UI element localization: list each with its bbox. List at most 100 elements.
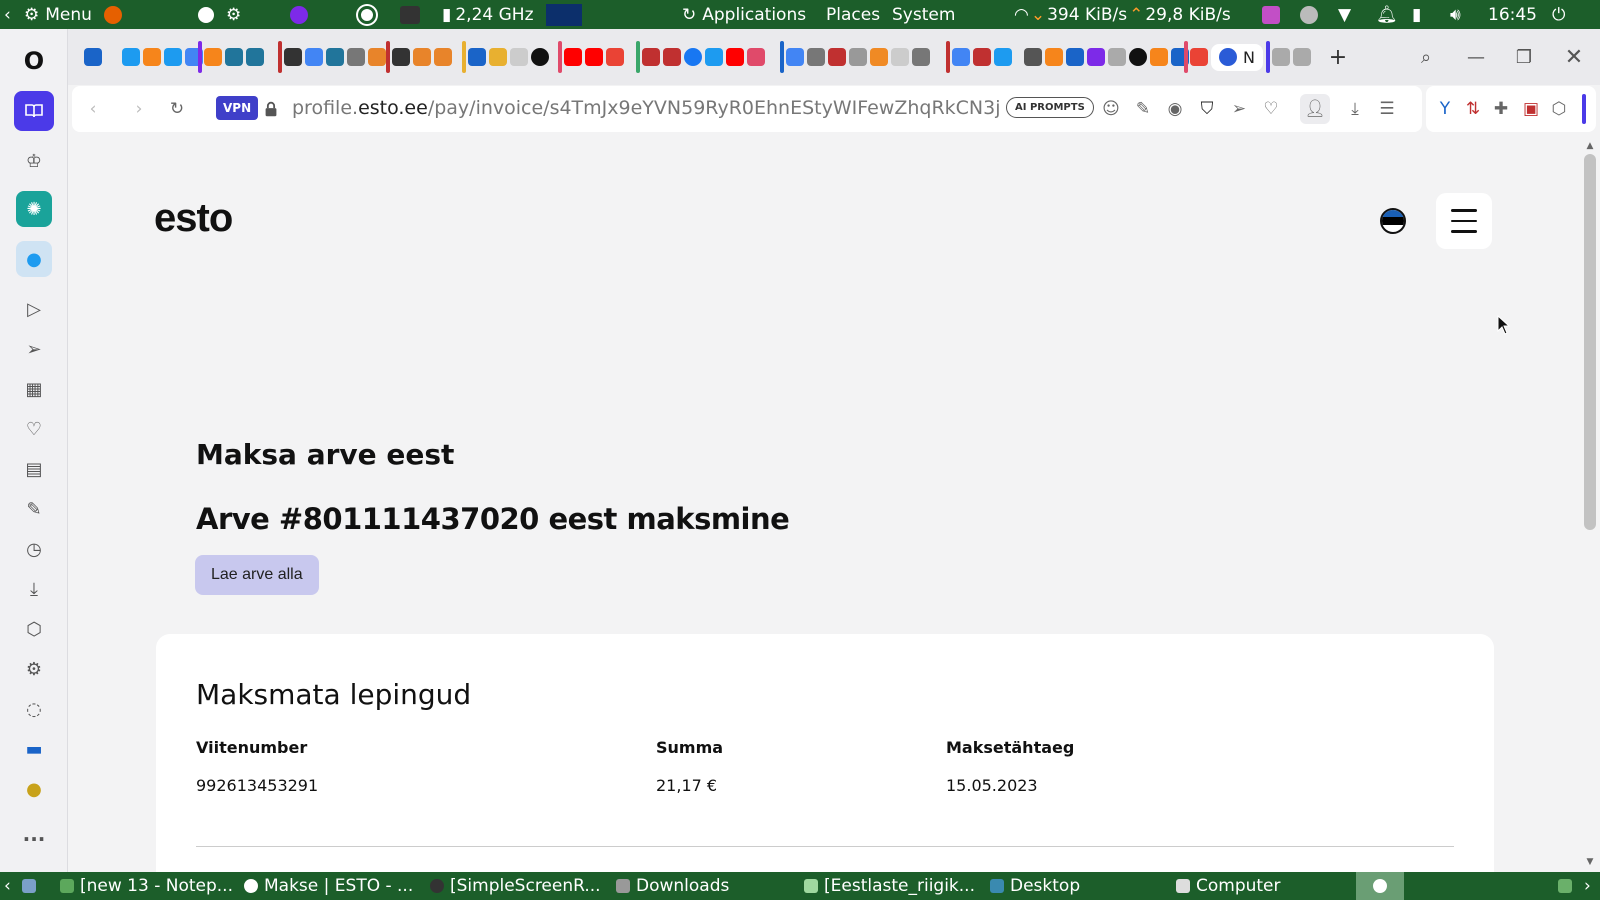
opera-logo-icon[interactable]: O <box>16 43 52 79</box>
google-favicon-icon <box>786 48 804 66</box>
extension-cube-icon[interactable]: ⬡ <box>1544 94 1574 124</box>
apps-grid-icon[interactable]: ▦ <box>16 371 52 407</box>
tab-group-11[interactable] <box>1266 39 1311 75</box>
close-window-button[interactable]: ✕ <box>1560 43 1588 71</box>
new-tab-button[interactable]: + <box>1324 43 1352 71</box>
ai-prompts-button[interactable]: AI PROMPTS <box>1006 97 1094 118</box>
back-button[interactable]: ‹ <box>78 94 108 124</box>
reload-button[interactable]: ↻ <box>162 94 192 124</box>
system-menu[interactable]: System <box>892 0 955 29</box>
audio-app-icon[interactable] <box>1262 0 1280 29</box>
snapshot-edit-icon[interactable]: ✎ <box>16 491 52 527</box>
hamburger-menu-button[interactable] <box>1436 193 1492 249</box>
vpn-badge[interactable]: VPN <box>216 96 259 120</box>
bookmark-heart-icon[interactable]: ♡ <box>1256 94 1286 124</box>
emoji-icon[interactable]: ☺ <box>1096 94 1126 124</box>
history-clock-icon[interactable]: ◷ <box>16 531 52 567</box>
edit-icon[interactable]: ✎ <box>1128 94 1158 124</box>
scroll-up-arrow-icon[interactable]: ▲ <box>1584 140 1596 152</box>
tab-search-icon[interactable]: ⌕ <box>1412 43 1440 71</box>
tab-group-6[interactable] <box>558 39 624 75</box>
workspace-switcher[interactable] <box>1356 872 1404 900</box>
tab-group-3[interactable] <box>278 39 386 75</box>
extension-puzzle-icon[interactable]: ✚ <box>1486 94 1516 124</box>
battery-icon[interactable]: ▮ <box>1412 0 1421 29</box>
esto-logo[interactable]: esto <box>154 196 233 241</box>
downloads-icon[interactable]: ⤓ <box>1340 94 1370 124</box>
terminal-icon[interactable] <box>400 0 420 29</box>
more-options-icon[interactable]: ··· <box>16 821 52 857</box>
heart-icon[interactable]: ♡ <box>16 411 52 447</box>
panel-left-arrow[interactable]: ‹ <box>4 0 11 29</box>
lightbulb-icon[interactable]: ◌ <box>16 691 52 727</box>
downloads-icon[interactable]: ⤓ <box>16 571 52 607</box>
show-desktop-icon[interactable] <box>22 872 36 900</box>
firefox-launcher-icon[interactable] <box>104 0 122 29</box>
scroll-down-arrow-icon[interactable]: ▼ <box>1584 856 1596 868</box>
taskbar-right-arrow[interactable]: › <box>1584 872 1591 900</box>
restore-button[interactable]: ❐ <box>1510 43 1538 71</box>
tab-active-esto[interactable]: N <box>1211 43 1263 71</box>
send-icon[interactable]: ➢ <box>1224 94 1254 124</box>
trash-icon[interactable] <box>1558 872 1572 900</box>
player-icon[interactable]: ▷ <box>16 291 52 327</box>
page-scrollbar[interactable]: ▲ ▼ <box>1580 138 1600 872</box>
taskbar-item-opera[interactable]: Makse | ESTO - ... <box>244 872 413 900</box>
messenger-icon[interactable]: ▬ <box>16 731 52 767</box>
indicator-icon[interactable] <box>1300 0 1318 29</box>
send-icon[interactable]: ➢ <box>16 331 52 367</box>
tab-pinned[interactable] <box>78 39 102 75</box>
settings-gear-icon[interactable]: ⚙ <box>16 651 52 687</box>
tab-group-10[interactable] <box>1018 39 1189 75</box>
opera-launcher-icon[interactable] <box>358 0 376 29</box>
lock-icon[interactable] <box>256 94 286 124</box>
crown-icon[interactable]: ♔ <box>16 143 52 179</box>
taskbar-item-downloads[interactable]: Downloads <box>616 872 729 900</box>
places-menu[interactable]: Places <box>826 0 880 29</box>
camera-icon[interactable]: ◉ <box>1160 94 1190 124</box>
menu-label: Menu <box>45 4 92 25</box>
twitter-icon[interactable]: ● <box>16 241 52 277</box>
language-flag-icon[interactable] <box>1380 208 1406 234</box>
volume-icon[interactable]: 🔊︎ <box>1450 0 1461 29</box>
tab-group-8[interactable] <box>780 39 930 75</box>
tab-group-4[interactable] <box>386 39 452 75</box>
settings-cluster-icon[interactable]: ⚙ <box>226 0 241 29</box>
extension-arrows-icon[interactable]: ⇅ <box>1458 94 1488 124</box>
applications-menu[interactable]: ↻ Applications <box>682 0 806 29</box>
tor-icon[interactable] <box>290 0 308 29</box>
chatgpt-icon[interactable]: ✺ <box>16 191 52 227</box>
profile-icon[interactable]: 👤︎ <box>1300 94 1330 124</box>
tab-group-9[interactable] <box>946 39 1012 75</box>
taskbar-item-computer[interactable]: Computer <box>1176 872 1281 900</box>
taskbar-item-notepad[interactable]: [new 13 - Notep... <box>60 872 233 900</box>
easy-setup-icon[interactable]: ☰ <box>1372 94 1402 124</box>
taskbar-item-desktop[interactable]: Desktop <box>990 872 1080 900</box>
menu-button[interactable]: ⚙ Menu <box>24 0 92 29</box>
accessibility-icon[interactable] <box>198 0 214 29</box>
extension-clipboard-icon[interactable]: ▣ <box>1516 94 1546 124</box>
taskbar-item-document[interactable]: [Eestlaste_riigik... <box>804 872 975 900</box>
power-icon[interactable]: ⏻ <box>1552 0 1565 29</box>
adblock-shield-icon[interactable]: ⛉ <box>1192 94 1222 124</box>
news-icon[interactable]: ▤ <box>16 451 52 487</box>
taskbar-item-screenrecorder[interactable]: [SimpleScreenR... <box>430 872 601 900</box>
tab-group-1[interactable] <box>116 39 203 75</box>
clock[interactable]: 16:45 <box>1488 0 1537 29</box>
reading-list-icon[interactable] <box>14 91 54 131</box>
notification-icon[interactable]: 🔔︎ <box>1376 0 1398 29</box>
extension-y-icon[interactable]: Y <box>1430 94 1460 124</box>
forward-button[interactable]: › <box>124 94 154 124</box>
minimize-button[interactable]: — <box>1462 43 1490 71</box>
taskbar-left-arrow[interactable]: ‹ <box>4 872 11 900</box>
tab-group-2[interactable] <box>198 39 264 75</box>
tab-group-active[interactable]: N <box>1184 39 1263 75</box>
tab-group-5[interactable] <box>462 39 549 75</box>
scroll-thumb[interactable] <box>1584 154 1596 530</box>
extensions-cube-icon[interactable]: ⬡ <box>16 611 52 647</box>
wifi-status-icon[interactable]: ▼ <box>1338 0 1351 29</box>
download-invoice-button[interactable]: Lae arve alla <box>195 555 319 595</box>
wallet-icon[interactable]: ● <box>16 771 52 807</box>
url-field[interactable]: profile.esto.ee/pay/invoice/s4TmJx9eYVN5… <box>292 97 1052 119</box>
tab-group-7[interactable] <box>636 39 765 75</box>
